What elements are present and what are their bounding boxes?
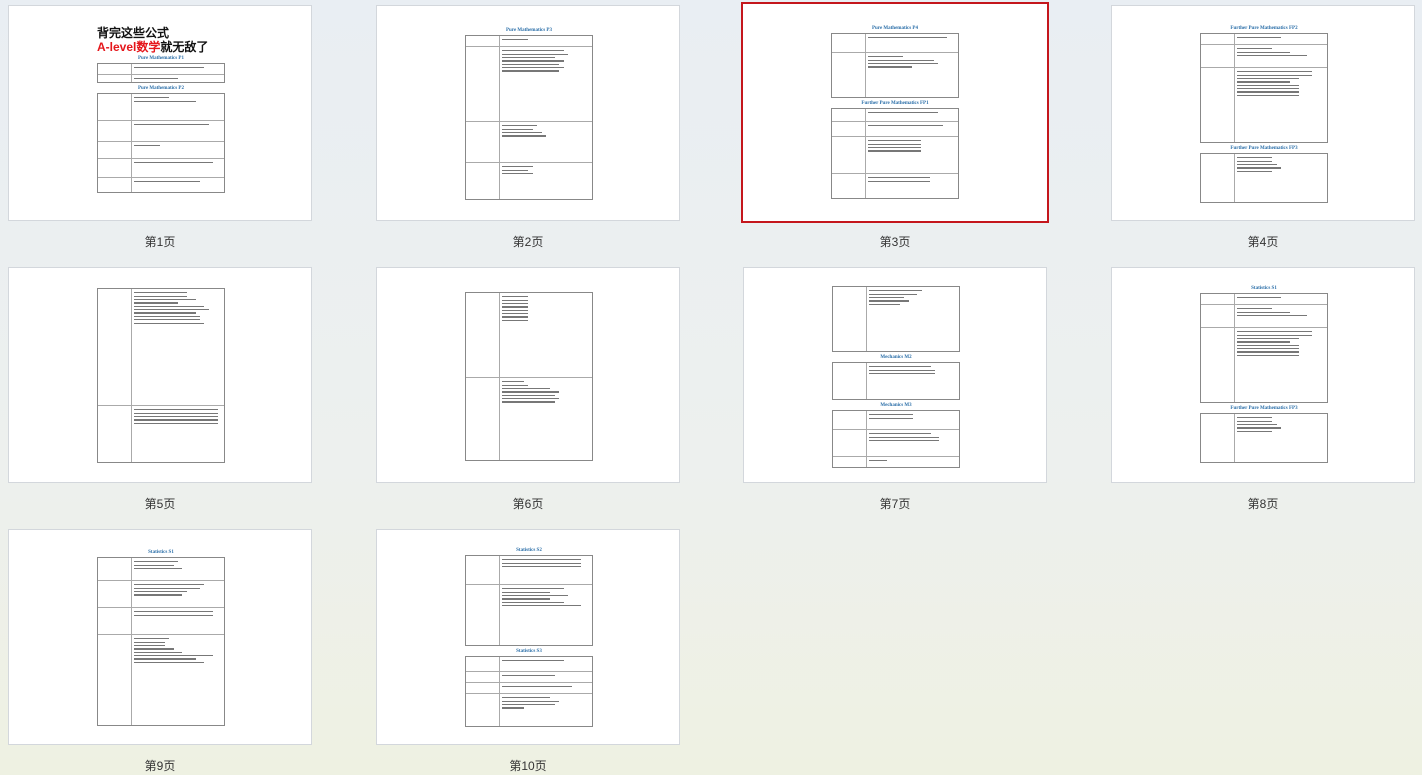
page-content: Statistics S1 Further Pure Mathematics F… (1200, 284, 1328, 466)
page-label: 第7页 (879, 497, 911, 511)
section-heading: Statistics S1 (148, 550, 174, 555)
page-label: 第1页 (144, 235, 176, 249)
section-heading: Pure Mathematics P4 (871, 26, 918, 31)
section-heading: Further Pure Mathematics FP3 (1230, 406, 1298, 411)
page-thumbnail-3[interactable]: Pure Mathematics P4 Further Pure Mathema… (741, 2, 1049, 223)
section-heading: Statistics S2 (516, 548, 542, 553)
formula-table (1200, 153, 1328, 203)
page-content: Pure Mathematics P3 (465, 26, 593, 203)
cover-title: 背完这些公式 A-level数学就无敌了 (97, 26, 225, 54)
page-label: 第10页 (509, 759, 547, 773)
page-content (465, 292, 593, 464)
formula-table (97, 288, 225, 463)
section-heading: Pure Mathematics P1 (137, 56, 184, 61)
cover-title-line1: 背完这些公式 (97, 26, 170, 40)
formula-table (832, 410, 960, 468)
page-thumbnail-1[interactable]: 背完这些公式 A-level数学就无敌了 Pure Mathematics P1… (8, 5, 312, 221)
formula-table (465, 555, 593, 646)
section-heading: Further Pure Mathematics FP3 (1230, 146, 1298, 151)
page-content: Statistics S2 Statistics S3 (465, 546, 593, 730)
page-thumbnail-8[interactable]: Statistics S1 Further Pure Mathematics F… (1111, 267, 1415, 483)
section-heading: Further Pure Mathematics FP2 (1230, 26, 1298, 31)
page-label: 第5页 (144, 497, 176, 511)
formula-table (832, 286, 960, 352)
page-label: 第9页 (144, 759, 176, 773)
formula-table (97, 557, 225, 726)
section-heading: Pure Mathematics P3 (505, 28, 552, 33)
page-label: 第2页 (512, 235, 544, 249)
page-thumbnail-10[interactable]: Statistics S2 Statistics S3 (376, 529, 680, 745)
page-content (97, 288, 225, 466)
page-thumbnail-2[interactable]: Pure Mathematics P3 (376, 5, 680, 221)
section-heading: Mechanics M3 (880, 403, 912, 408)
page-label: 第4页 (1247, 235, 1279, 249)
page-thumbnail-5[interactable] (8, 267, 312, 483)
formula-table (831, 33, 959, 98)
cover-title-red: A-level数学 (97, 40, 161, 54)
page-thumbnail-7[interactable]: Mechanics M2 Mechanics M3 (743, 267, 1047, 483)
formula-table (465, 656, 593, 727)
section-heading: Mechanics M2 (880, 355, 912, 360)
formula-table (465, 292, 593, 461)
page-label: 第6页 (512, 497, 544, 511)
page-thumbnail-6[interactable] (376, 267, 680, 483)
page-content: Statistics S1 (97, 548, 225, 729)
page-content: Further Pure Mathematics FP2 Further Pur… (1200, 24, 1328, 206)
formula-table (465, 35, 593, 200)
page-content: 背完这些公式 A-level数学就无敌了 Pure Mathematics P1… (97, 26, 225, 196)
formula-table (832, 362, 960, 400)
cover-title-black: 就无敌了 (160, 40, 209, 54)
section-heading: Statistics S3 (516, 649, 542, 654)
formula-table (831, 108, 959, 199)
section-heading: Statistics S1 (1251, 286, 1277, 291)
formula-table (97, 93, 225, 193)
formula-table (1200, 413, 1328, 463)
section-heading: Further Pure Mathematics FP1 (861, 101, 929, 106)
page-thumbnail-9[interactable]: Statistics S1 (8, 529, 312, 745)
formula-table (1200, 293, 1328, 403)
page-content: Mechanics M2 Mechanics M3 (832, 286, 960, 471)
page-label: 第8页 (1247, 497, 1279, 511)
page-label: 第3页 (879, 235, 911, 249)
page-thumbnail-4[interactable]: Further Pure Mathematics FP2 Further Pur… (1111, 5, 1415, 221)
formula-table (1200, 33, 1328, 143)
formula-table (97, 63, 225, 83)
page-content: Pure Mathematics P4 Further Pure Mathema… (831, 24, 959, 202)
section-heading: Pure Mathematics P2 (137, 86, 184, 91)
